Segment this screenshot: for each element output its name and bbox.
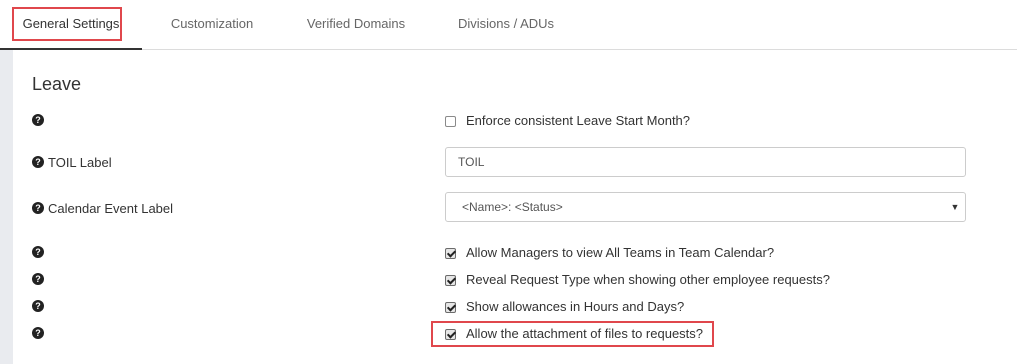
calendar-event-label-select[interactable]: <Name>: <Status> ▼ (445, 192, 966, 222)
help-icon[interactable]: ? (32, 300, 44, 312)
chevron-down-icon: ▼ (950, 202, 960, 212)
calendar-event-label-label: Calendar Event Label (48, 201, 174, 216)
toil-label-input[interactable]: TOIL (445, 147, 966, 177)
help-icon[interactable]: ? (32, 246, 44, 258)
help-icon[interactable]: ? (32, 273, 44, 285)
allow-attachments-checkbox[interactable] (445, 329, 456, 340)
show-allowances-label: Show allowances in Hours and Days? (466, 299, 685, 314)
section-title: Leave (32, 74, 82, 94)
calendar-event-label-value: <Name>: <Status> (462, 200, 563, 214)
tab-general-settings[interactable]: General Settings (0, 0, 142, 50)
help-icon[interactable]: ? (32, 327, 44, 339)
reveal-request-type-checkbox[interactable] (445, 275, 456, 286)
managers-view-all-teams-label: Allow Managers to view All Teams in Team… (466, 245, 775, 260)
show-allowances-checkbox[interactable] (445, 302, 456, 313)
tab-divisions-adus[interactable]: Divisions / ADUs (440, 0, 572, 50)
enforce-start-month-label: Enforce consistent Leave Start Month? (466, 113, 691, 128)
help-icon[interactable]: ? (32, 114, 44, 126)
reveal-request-type-label: Reveal Request Type when showing other e… (466, 272, 830, 287)
toil-label-label: TOIL Label (48, 155, 112, 170)
managers-view-all-teams-checkbox[interactable] (445, 248, 456, 259)
help-icon[interactable]: ? (32, 202, 44, 214)
tab-bar: General Settings Customization Verified … (0, 0, 1017, 50)
allow-attachments-label: Allow the attachment of files to request… (466, 326, 704, 341)
tab-verified-domains[interactable]: Verified Domains (290, 0, 422, 50)
help-icon[interactable]: ? (32, 156, 44, 168)
enforce-start-month-checkbox[interactable] (445, 116, 456, 127)
tab-customization[interactable]: Customization (150, 0, 274, 50)
left-gutter (0, 50, 13, 364)
